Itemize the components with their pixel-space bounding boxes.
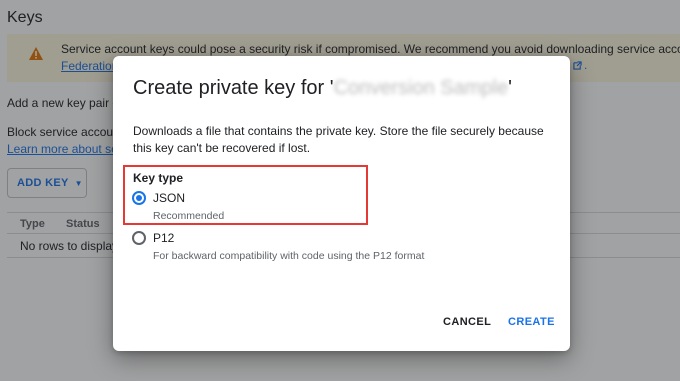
blurred-account-name: Conversion Sample: [333, 77, 509, 99]
key-type-label: Key type: [133, 171, 184, 185]
json-radio[interactable]: [132, 191, 146, 205]
create-button[interactable]: CREATE: [508, 316, 555, 328]
cancel-button[interactable]: CANCEL: [443, 316, 491, 328]
dialog-description: Downloads a file that contains the priva…: [133, 124, 544, 155]
p12-radio[interactable]: [132, 231, 146, 245]
json-option-label[interactable]: JSON: [153, 191, 185, 205]
create-private-key-dialog: Create private key for 'Conversion Sampl…: [113, 56, 570, 351]
dialog-title: Create private key for 'Conversion Sampl…: [133, 77, 512, 99]
p12-option-label[interactable]: P12: [153, 231, 174, 245]
p12-option-sub: For backward compatibility with code usi…: [153, 250, 425, 262]
json-option-sub: Recommended: [153, 210, 225, 222]
